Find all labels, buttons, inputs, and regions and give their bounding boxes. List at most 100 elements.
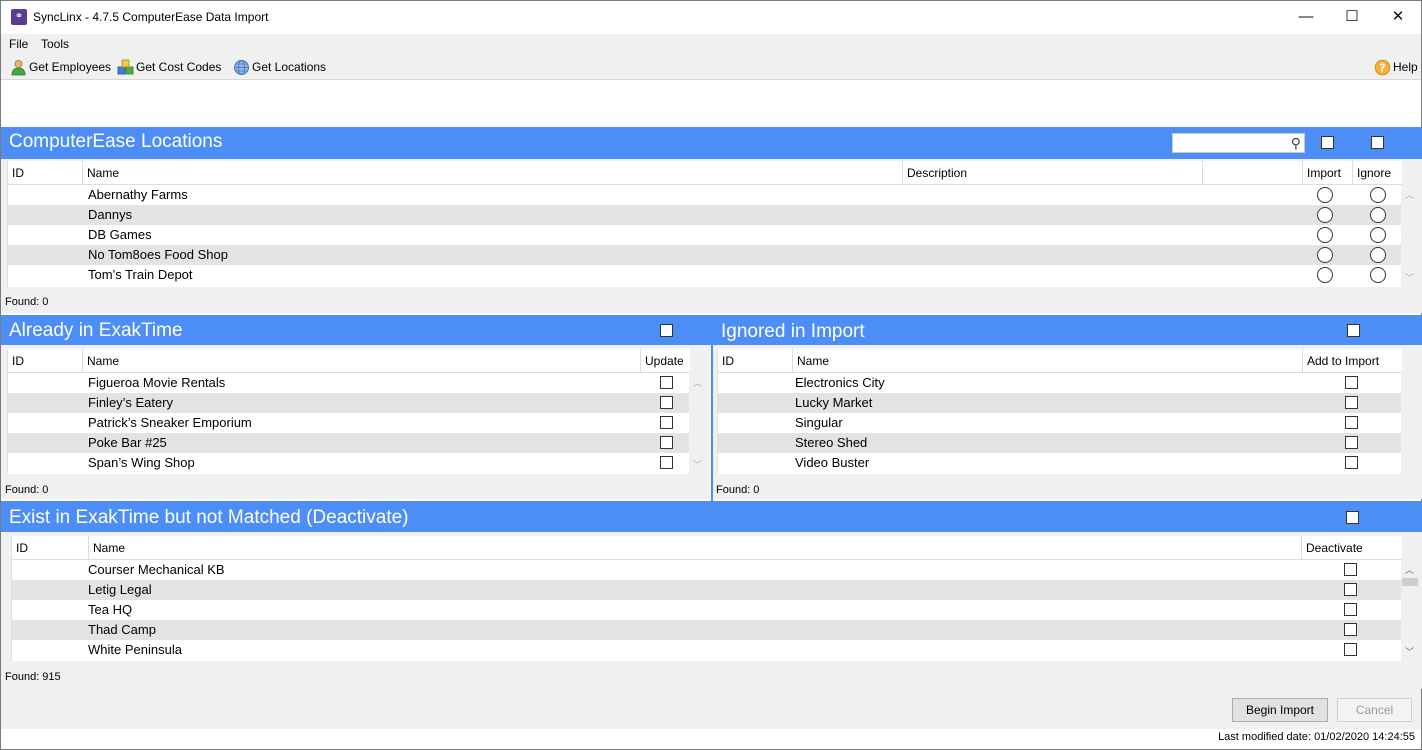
table-row[interactable]: Span’s Wing Shop <box>8 453 690 473</box>
help-button[interactable]: ? Help <box>1374 57 1418 77</box>
table-row[interactable]: Courser Mechanical KB <box>12 560 1402 580</box>
add-all-checkbox[interactable] <box>1347 324 1360 337</box>
help-icon: ? <box>1374 59 1391 75</box>
ignored-header: Ignored in Import <box>713 315 1422 345</box>
get-employees-button[interactable]: Get Employees <box>10 57 111 77</box>
scroll-up-icon[interactable]: ︿ <box>1405 188 1414 201</box>
ignored-name: Electronics City <box>795 375 885 390</box>
table-row[interactable]: Tom’s Train Depot <box>8 265 1402 285</box>
update-checkbox[interactable] <box>660 416 673 429</box>
table-row[interactable]: White Peninsula <box>12 640 1402 660</box>
col-ignore[interactable]: Ignore <box>1353 161 1402 185</box>
import-all-checkbox[interactable] <box>1321 136 1334 149</box>
search-icon[interactable]: ⚲ <box>1291 135 1301 152</box>
table-row[interactable]: Finley’s Eatery <box>8 393 690 413</box>
already-name: Finley’s Eatery <box>88 395 174 410</box>
ignore-radio[interactable] <box>1370 227 1386 243</box>
add-to-import-checkbox[interactable] <box>1345 396 1358 409</box>
close-button[interactable]: ✕ <box>1375 1 1421 33</box>
col-id[interactable]: ID <box>12 536 89 560</box>
add-to-import-checkbox[interactable] <box>1345 376 1358 389</box>
scroll-up-icon[interactable]: ︿ <box>1405 563 1414 576</box>
scroll-down-icon[interactable]: ﹀ <box>1405 271 1414 284</box>
scroll-up-icon[interactable]: ︿ <box>693 376 702 389</box>
ignore-radio[interactable] <box>1370 247 1386 263</box>
import-radio[interactable] <box>1317 207 1333 223</box>
add-to-import-checkbox[interactable] <box>1345 436 1358 449</box>
table-row[interactable]: Singular <box>718 413 1402 433</box>
update-all-checkbox[interactable] <box>660 324 673 337</box>
ignore-radio[interactable] <box>1370 267 1386 283</box>
table-row[interactable]: Patrick’s Sneaker Emporium <box>8 413 690 433</box>
table-row[interactable]: Figueroa Movie Rentals <box>8 373 690 393</box>
table-row[interactable]: Electronics City <box>718 373 1402 393</box>
add-to-import-checkbox[interactable] <box>1345 456 1358 469</box>
col-deactivate[interactable]: Deactivate <box>1302 536 1402 560</box>
already-title: Already in ExakTime <box>9 320 183 341</box>
col-description[interactable]: Description <box>903 161 1203 185</box>
cancel-button[interactable]: Cancel <box>1337 698 1412 722</box>
table-row[interactable]: Video Buster <box>718 453 1402 473</box>
already-header: Already in ExakTime <box>1 315 711 345</box>
deactivate-scrollbar[interactable]: ︿ ﹀ <box>1401 560 1419 661</box>
update-checkbox[interactable] <box>660 436 673 449</box>
ignored-name: Singular <box>795 415 843 430</box>
import-radio[interactable] <box>1317 267 1333 283</box>
ignore-radio[interactable] <box>1370 207 1386 223</box>
table-row[interactable]: Dannys <box>8 205 1402 225</box>
col-id[interactable]: ID <box>8 161 83 185</box>
deactivate-checkbox[interactable] <box>1344 643 1357 656</box>
locations-scrollbar[interactable]: ︿ ﹀ <box>1401 185 1419 287</box>
table-row[interactable]: Stereo Shed <box>718 433 1402 453</box>
add-to-import-checkbox[interactable] <box>1345 416 1358 429</box>
col-update[interactable]: Update <box>641 349 690 373</box>
deactivate-checkbox[interactable] <box>1344 623 1357 636</box>
table-row[interactable]: No Tom8oes Food Shop <box>8 245 1402 265</box>
table-row[interactable]: Letig Legal <box>12 580 1402 600</box>
import-radio[interactable] <box>1317 247 1333 263</box>
begin-import-button[interactable]: Begin Import <box>1232 698 1328 722</box>
maximize-button[interactable]: ☐ <box>1329 1 1375 33</box>
col-id[interactable]: ID <box>718 349 793 373</box>
col-id[interactable]: ID <box>8 349 83 373</box>
deactivate-title: Exist in ExakTime but not Matched (Deact… <box>9 507 409 528</box>
deactivate-checkbox[interactable] <box>1344 603 1357 616</box>
update-checkbox[interactable] <box>660 396 673 409</box>
already-scrollbar[interactable]: ︿ ﹀ <box>689 373 707 474</box>
svg-text:?: ? <box>1379 61 1385 74</box>
update-checkbox[interactable] <box>660 376 673 389</box>
table-row[interactable]: Thad Camp <box>12 620 1402 640</box>
col-import[interactable]: Import <box>1303 161 1353 185</box>
ignore-radio[interactable] <box>1370 187 1386 203</box>
scroll-down-icon[interactable]: ﹀ <box>1405 645 1414 658</box>
table-row[interactable]: Tea HQ <box>12 600 1402 620</box>
get-cost-codes-button[interactable]: Get Cost Codes <box>117 57 221 77</box>
minimize-button[interactable]: — <box>1283 1 1329 33</box>
menu-tools[interactable]: Tools <box>41 37 69 51</box>
table-row[interactable]: Lucky Market <box>718 393 1402 413</box>
table-row[interactable]: DB Games <box>8 225 1402 245</box>
deactivate-checkbox[interactable] <box>1344 583 1357 596</box>
cost-codes-icon <box>117 59 134 74</box>
col-name[interactable]: Name <box>83 161 903 185</box>
already-grid-header: ID Name Update <box>8 349 690 373</box>
update-checkbox[interactable] <box>660 456 673 469</box>
table-row[interactable]: Abernathy Farms <box>8 185 1402 205</box>
col-name[interactable]: Name <box>83 349 641 373</box>
locations-search-input[interactable]: ⚲ <box>1172 133 1305 153</box>
menu-bar: File Tools <box>1 34 1421 54</box>
ignored-scrollbar[interactable] <box>1401 373 1419 474</box>
menu-file[interactable]: File <box>9 37 28 51</box>
col-name[interactable]: Name <box>793 349 1303 373</box>
import-radio[interactable] <box>1317 187 1333 203</box>
deactivate-checkbox[interactable] <box>1344 563 1357 576</box>
get-locations-button[interactable]: Get Locations <box>233 57 326 77</box>
import-radio[interactable] <box>1317 227 1333 243</box>
ignore-all-checkbox[interactable] <box>1371 136 1384 149</box>
col-name[interactable]: Name <box>89 536 1302 560</box>
scroll-down-icon[interactable]: ﹀ <box>693 458 702 471</box>
table-row[interactable]: Poke Bar #25 <box>8 433 690 453</box>
scroll-thumb[interactable] <box>1402 578 1418 586</box>
deactivate-all-checkbox[interactable] <box>1346 511 1359 524</box>
col-add-to-import[interactable]: Add to Import <box>1303 349 1402 373</box>
